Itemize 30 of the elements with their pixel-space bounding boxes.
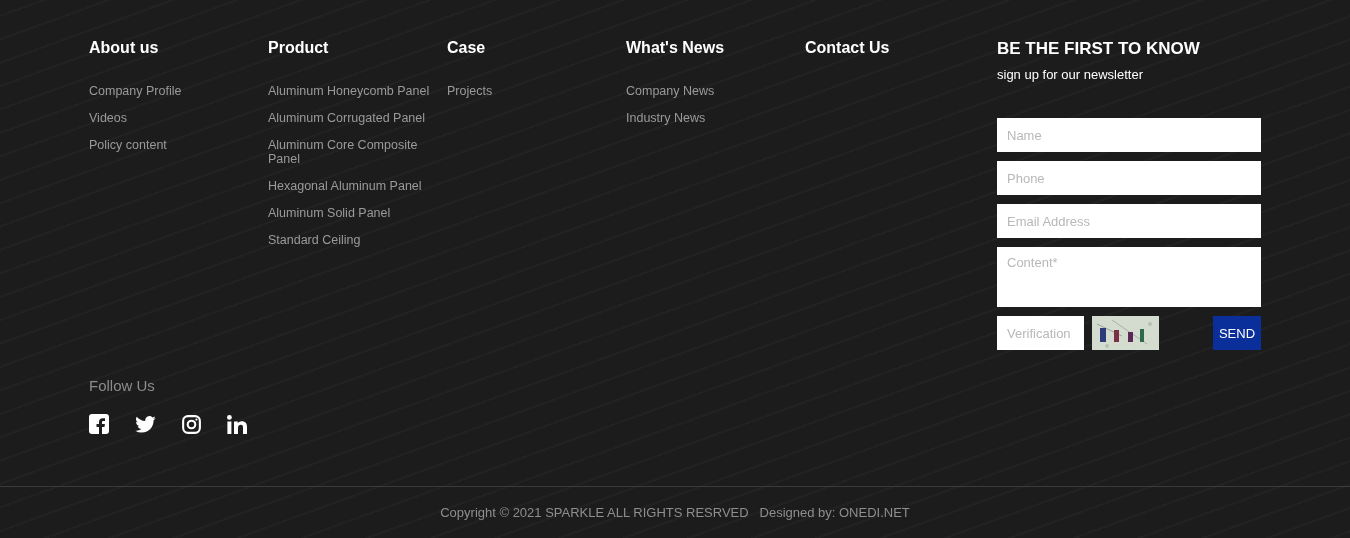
footer-link[interactable]: Videos (89, 111, 254, 125)
footer-link[interactable]: Hexagonal Aluminum Panel (268, 179, 433, 193)
column-heading: About us (89, 38, 160, 58)
footer-link[interactable]: Standard Ceiling (268, 233, 433, 247)
footer-link[interactable]: Aluminum Core Composite Panel (268, 138, 433, 166)
bars-icon[interactable] (227, 414, 247, 434)
send-button[interactable]: SEND (1213, 316, 1261, 350)
footer-link[interactable]: Aluminum Corrugated Panel (268, 111, 433, 125)
input-field[interactable]: Phone (997, 161, 1261, 195)
footer-link[interactable]: Company Profile (89, 84, 254, 98)
input-field[interactable]: Name (997, 118, 1261, 152)
newsletter-title: BE THE FIRST TO KNOW (997, 38, 1201, 60)
column-heading: Product (268, 38, 330, 58)
verification-field[interactable]: Verification (997, 316, 1084, 350)
newsletter-subtitle: sign up for our newsletter (997, 66, 1144, 84)
column-heading: What's News (626, 38, 726, 58)
footer-link[interactable]: Aluminum Honeycomb Panel (268, 84, 433, 98)
input-field[interactable]: Email Address (997, 204, 1261, 238)
column-heading: Case (447, 38, 487, 58)
message-field[interactable]: Content* (997, 247, 1261, 307)
footer-link[interactable]: Industry News (626, 111, 791, 125)
footer-link[interactable]: Policy content (89, 138, 254, 152)
column-heading: Contact Us (805, 38, 891, 58)
camera-icon[interactable] (182, 414, 201, 434)
footer-link[interactable]: Company News (626, 84, 791, 98)
follow-heading: Follow Us (89, 377, 156, 395)
footer-link[interactable]: Projects (447, 84, 612, 98)
copyright-text: Copyright © 2021 SPARKLE ALL RIGHTS RESRVED Designed by: ONEDI.NET (440, 504, 910, 520)
bird-icon[interactable] (135, 415, 156, 433)
footer-link[interactable]: Aluminum Solid Panel (268, 206, 433, 220)
